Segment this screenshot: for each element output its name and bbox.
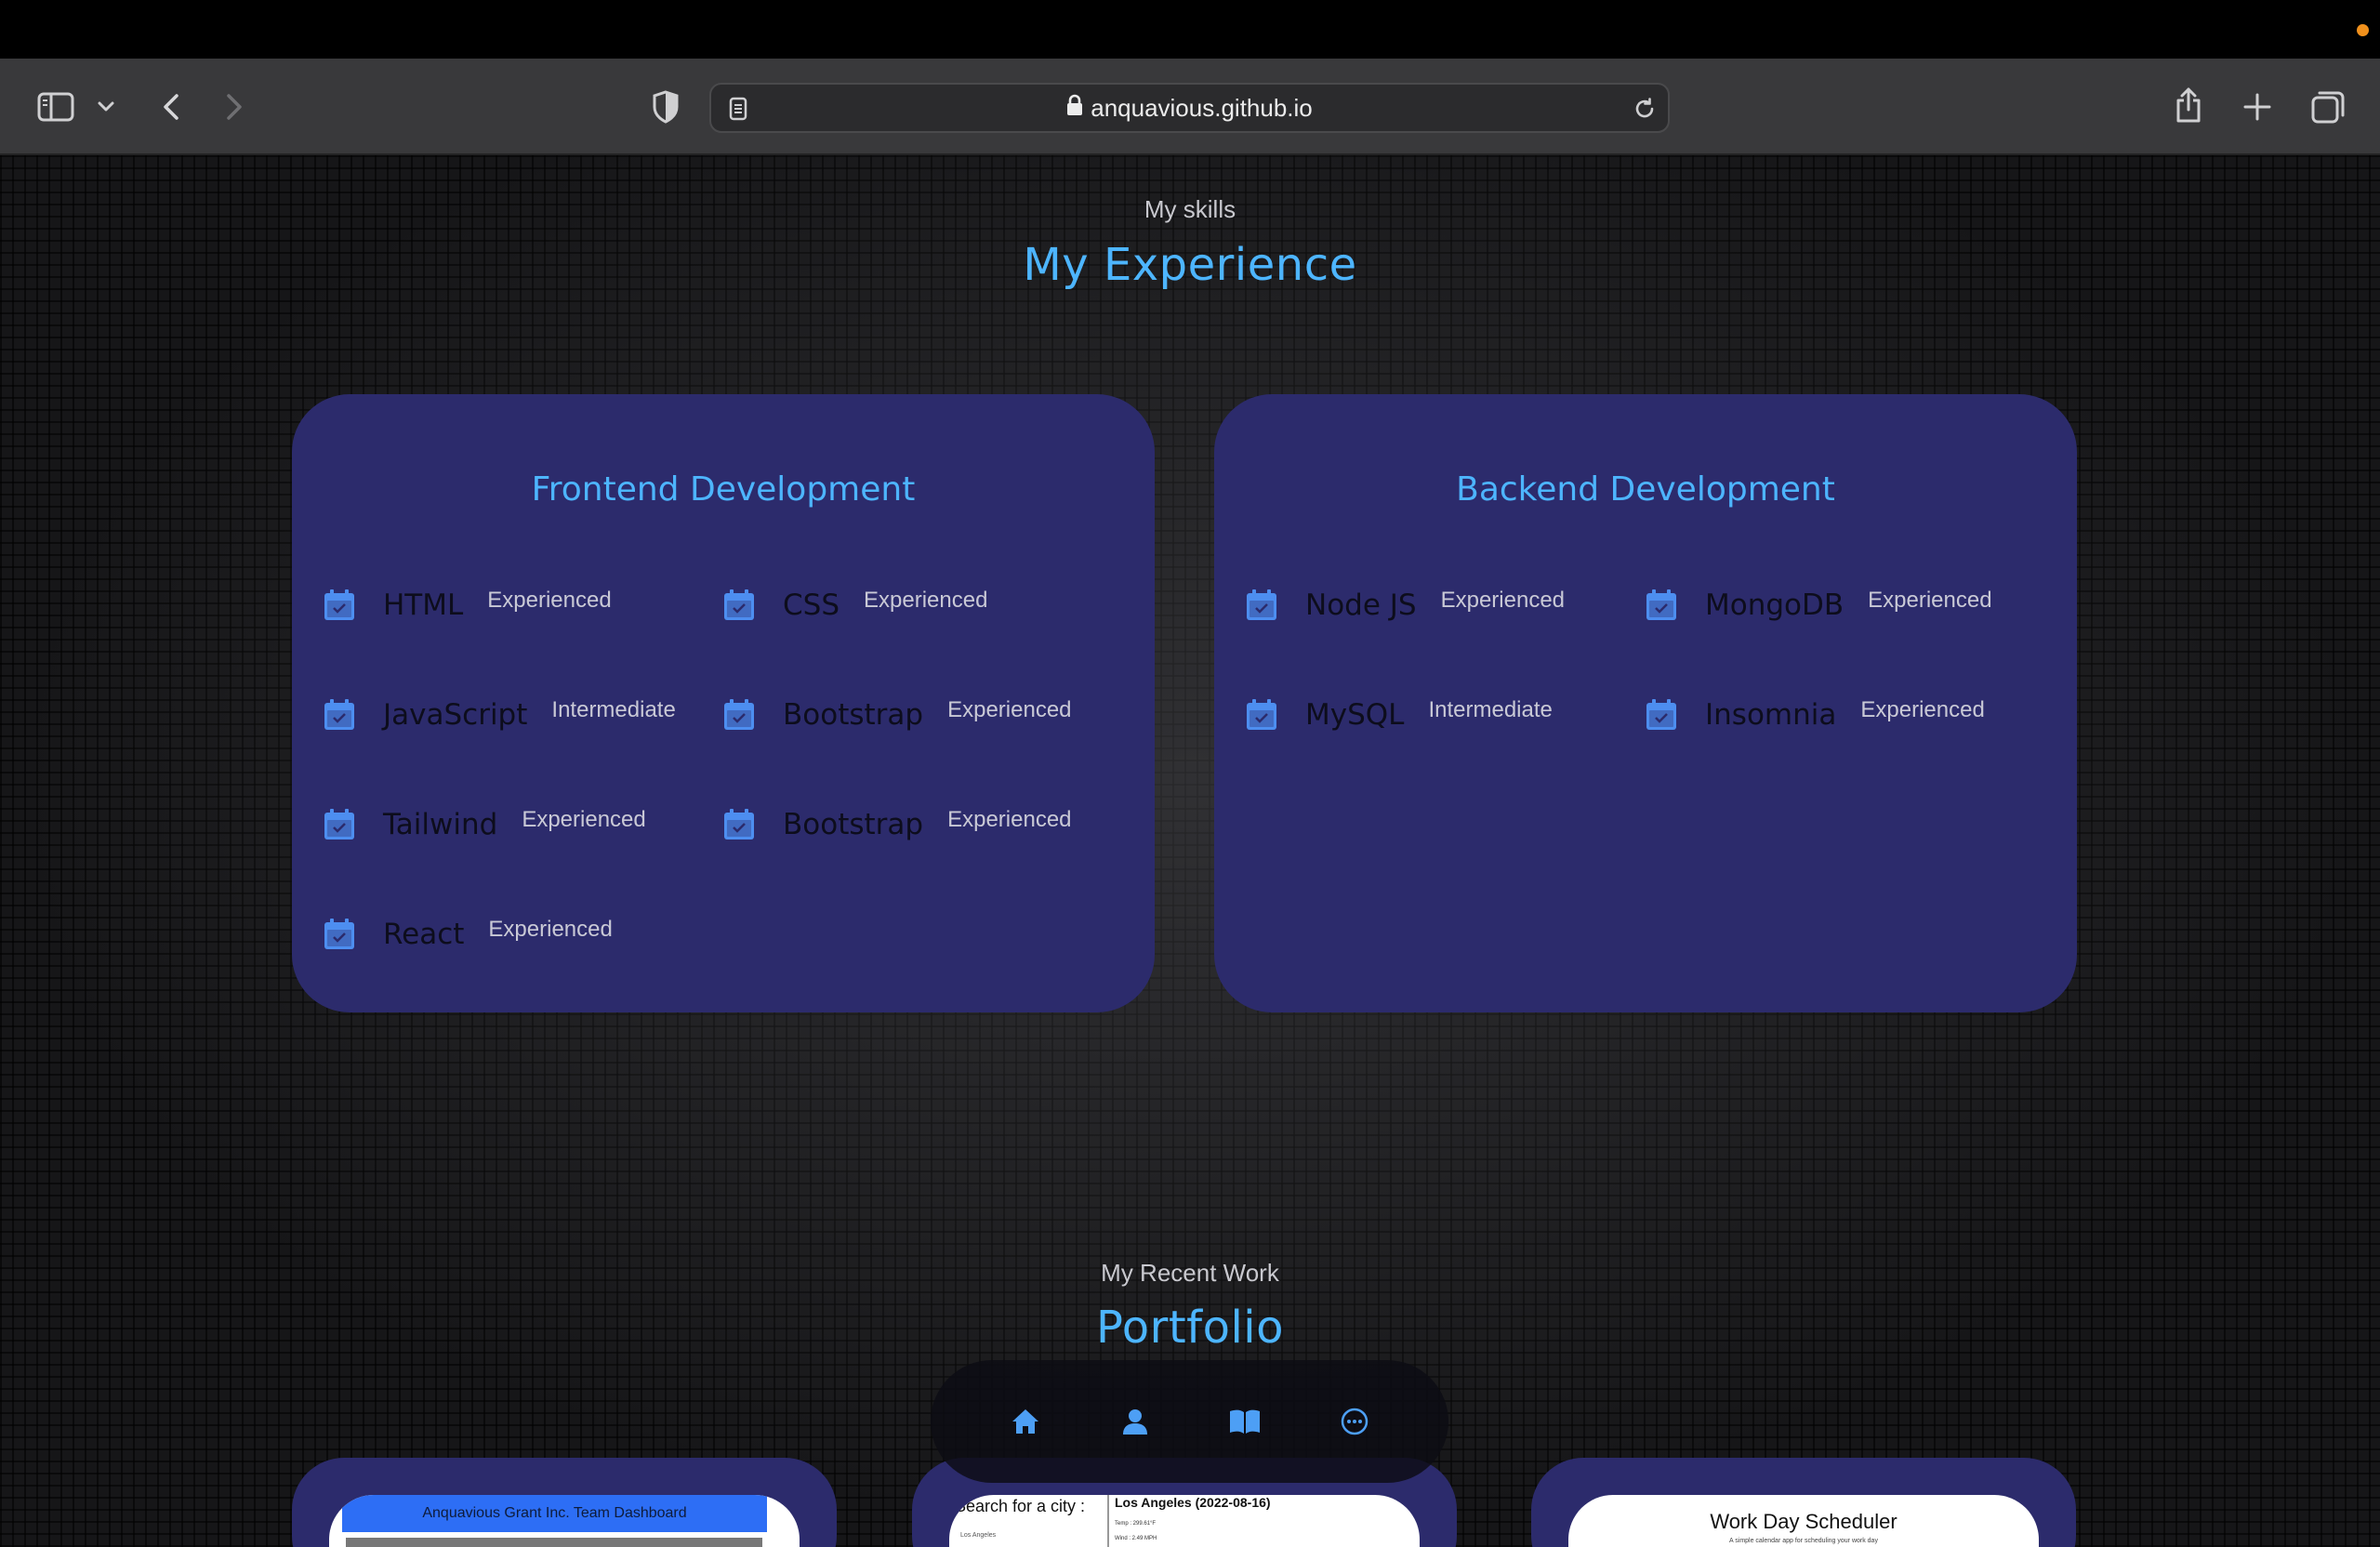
calendar-check-icon [1247, 699, 1276, 730]
forward-icon[interactable] [218, 88, 251, 126]
skill-name: React [383, 918, 465, 951]
thumbnail-temp: Temp : 299.61°F [1115, 1521, 1157, 1527]
skill-name: HTML [383, 588, 464, 622]
calendar-check-icon [1646, 589, 1676, 620]
skill-level: Intermediate [1428, 697, 1553, 722]
thumbnail-strip [346, 1538, 762, 1547]
frontend-title: Frontend Development [531, 470, 916, 509]
skill-level: Experienced [488, 917, 613, 942]
experience-title: My Experience [1023, 239, 1357, 291]
new-tab-icon[interactable] [2239, 88, 2276, 126]
calendar-check-icon [324, 809, 354, 840]
user-icon[interactable] [1107, 1394, 1163, 1449]
skill-item: Bootstrap Experienced [723, 692, 1072, 738]
url-display[interactable]: anquavious.github.io [711, 85, 1668, 135]
calendar-check-icon [724, 809, 754, 840]
back-icon[interactable] [154, 88, 188, 126]
calendar-check-icon [324, 699, 354, 730]
calendar-check-icon [324, 919, 354, 949]
skill-item: Tailwind Experienced [324, 801, 646, 848]
skill-name: JavaScript [383, 698, 528, 732]
thumbnail-subtitle: A simple calendar app for scheduling you… [1729, 1538, 1878, 1544]
skill-item: MongoDB Experienced [1646, 582, 1992, 628]
skill-level: Intermediate [551, 697, 676, 722]
skill-name: CSS [783, 588, 840, 622]
bottom-nav [931, 1360, 1448, 1483]
thumbnail-divider [1107, 1495, 1109, 1547]
thumbnail-wind: Wind : 2.49 MPH [1115, 1536, 1157, 1541]
reload-icon[interactable] [1632, 96, 1658, 122]
chevron-down-icon[interactable] [95, 96, 117, 118]
skill-item: MySQL Intermediate [1246, 692, 1553, 738]
skill-level: Experienced [947, 807, 1072, 832]
skill-name: Bootstrap [783, 808, 924, 841]
thumbnail-header: Anquavious Grant Inc. Team Dashboard [342, 1495, 767, 1532]
skill-item: HTML Experienced [324, 582, 612, 628]
chat-icon[interactable] [1327, 1394, 1382, 1449]
skill-level: Experienced [864, 588, 988, 613]
calendar-check-icon [1247, 589, 1276, 620]
frontend-card: Frontend Development HTML Experienced CS… [292, 394, 1155, 1012]
calendar-check-icon [1646, 699, 1676, 730]
skill-name: Insomnia [1705, 698, 1837, 732]
experience-subtitle: My skills [1144, 195, 1236, 223]
thumbnail-search-label: Search for a city : [955, 1497, 1086, 1515]
project-thumbnail[interactable]: Search for a city : Los Angeles Los Ange… [949, 1495, 1420, 1547]
share-icon[interactable] [2170, 83, 2207, 127]
web-page: My skills My Experience Frontend Develop… [0, 155, 2380, 1547]
skill-level: Experienced [1440, 588, 1566, 613]
skill-item: CSS Experienced [723, 582, 987, 628]
address-bar[interactable]: anquavious.github.io [709, 83, 1670, 133]
skill-name: MongoDB [1705, 588, 1844, 622]
thumbnail-title: Work Day Scheduler [1710, 1510, 1897, 1533]
skill-item: React Experienced [324, 911, 613, 958]
recording-indicator [2357, 24, 2369, 36]
project-thumbnail[interactable]: Work Day Scheduler A simple calendar app… [1568, 1495, 2039, 1547]
project-thumbnail[interactable]: Anquavious Grant Inc. Team Dashboard [329, 1495, 800, 1547]
url-text: anquavious.github.io [1091, 94, 1313, 122]
backend-card: Backend Development Node JS Experienced … [1214, 394, 2077, 1012]
browser-toolbar: anquavious.github.io [0, 59, 2380, 155]
skill-level: Experienced [487, 588, 612, 613]
portfolio-title: Portfolio [1096, 1302, 1284, 1354]
calendar-check-icon [724, 699, 754, 730]
tab-overview-icon[interactable] [2307, 86, 2348, 127]
lock-icon [1066, 85, 1083, 131]
skill-item: JavaScript Intermediate [324, 692, 676, 738]
skill-name: Tailwind [383, 808, 498, 841]
skill-item: Bootstrap Experienced [723, 801, 1072, 848]
skill-name: Bootstrap [783, 698, 924, 732]
portfolio-card[interactable]: Work Day Scheduler A simple calendar app… [1531, 1458, 2076, 1547]
skill-name: MySQL [1305, 698, 1405, 732]
skill-level: Experienced [522, 807, 646, 832]
skill-level: Experienced [947, 697, 1072, 722]
book-icon[interactable] [1217, 1394, 1273, 1449]
calendar-check-icon [324, 589, 354, 620]
calendar-check-icon [724, 589, 754, 620]
sidebar-icon[interactable] [37, 88, 74, 126]
home-icon[interactable] [998, 1394, 1053, 1449]
skill-level: Experienced [1868, 588, 1992, 613]
portfolio-card[interactable]: Anquavious Grant Inc. Team Dashboard [292, 1458, 837, 1547]
menu-bar [0, 0, 2380, 59]
thumbnail-input-value: Los Angeles [960, 1532, 997, 1539]
skill-name: Node JS [1305, 588, 1417, 622]
portfolio-subtitle: My Recent Work [1101, 1259, 1279, 1287]
skill-item: Insomnia Experienced [1646, 692, 1985, 738]
privacy-shield-icon[interactable] [649, 86, 682, 127]
thumbnail-city-title: Los Angeles (2022-08-16) [1115, 1495, 1271, 1510]
skill-item: Node JS Experienced [1246, 582, 1565, 628]
skill-level: Experienced [1860, 697, 1985, 722]
backend-title: Backend Development [1456, 470, 1835, 509]
